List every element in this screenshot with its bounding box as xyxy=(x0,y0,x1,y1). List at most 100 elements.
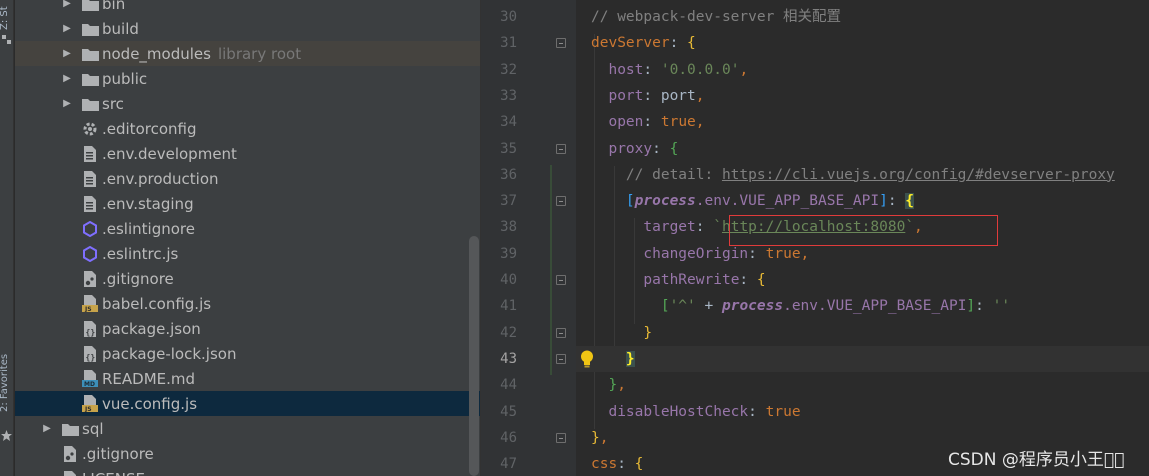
tree-file-item[interactable]: .env.production xyxy=(15,166,480,191)
tree-item-label: package-lock.json xyxy=(102,344,237,363)
tree-folder-item[interactable]: ▶ src xyxy=(15,91,480,116)
tree-file-item[interactable]: {} package.json xyxy=(15,316,480,341)
code-token: : xyxy=(739,272,757,288)
code-line[interactable]: [process.env.VUE_APP_BASE_API]: { xyxy=(591,188,1149,214)
fold-toggle-icon[interactable] xyxy=(556,432,566,443)
gutter-line: 35 xyxy=(481,136,576,162)
tree-item-label: .eslintrc.js xyxy=(102,244,179,263)
tree-folder-item[interactable]: ▶ public xyxy=(15,66,480,91)
expand-arrow-icon[interactable]: ▶ xyxy=(61,73,73,84)
gutter-line: 42 xyxy=(481,320,576,346)
tree-folder-item[interactable]: ▶ sql xyxy=(15,416,480,441)
code-line[interactable]: proxy: { xyxy=(591,136,1149,162)
code-line[interactable]: open: true, xyxy=(591,109,1149,135)
code-token: [ xyxy=(660,298,670,315)
highlight-box xyxy=(729,215,998,246)
project-tree: ▶ bin ▶ build ▶ node_modules library root ▶ publ… xyxy=(15,0,480,476)
svg-text:{}: {} xyxy=(86,353,96,362)
code-line[interactable]: devServer: { xyxy=(591,30,1149,56)
code-token: target xyxy=(643,219,696,236)
fold-toggle-icon[interactable] xyxy=(556,143,566,154)
tree-item-label: .gitignore xyxy=(82,444,154,463)
tree-file-item[interactable]: .gitignore xyxy=(15,266,480,291)
line-number: 31 xyxy=(500,35,517,52)
svg-text:MD: MD xyxy=(84,381,95,387)
tree-scrollbar[interactable] xyxy=(469,236,479,476)
code-line[interactable]: port: port, xyxy=(591,83,1149,109)
code-link[interactable]: https://cli.vuejs.org/config/#devserver-… xyxy=(722,167,1115,183)
tree-folder-item[interactable]: ▶ build xyxy=(15,16,480,41)
tree-item-label: package.json xyxy=(102,319,201,338)
code-token: } xyxy=(625,350,635,367)
tree-file-item[interactable]: .editorconfig xyxy=(15,116,480,141)
code-token: disableHostCheck xyxy=(608,403,749,420)
code-token: '^' xyxy=(669,298,696,315)
line-number: 38 xyxy=(500,219,517,236)
tree-file-item[interactable]: .env.development xyxy=(15,141,480,166)
fold-toggle-icon[interactable] xyxy=(556,353,566,364)
line-number: 32 xyxy=(500,61,517,78)
code-line[interactable]: host: '0.0.0.0', xyxy=(591,57,1149,83)
code-line[interactable]: pathRewrite: { xyxy=(591,267,1149,293)
tree-item-label: .env.staging xyxy=(102,194,194,213)
code-line[interactable]: // webpack-dev-server 相关配置 xyxy=(591,4,1149,30)
code-token: pathRewrite xyxy=(643,272,740,288)
library-root-hint: library root xyxy=(217,44,302,63)
tree-folder-item[interactable]: ▶ node_modules library root xyxy=(15,41,480,66)
code-token: { xyxy=(687,35,696,52)
expand-arrow-icon[interactable]: ▶ xyxy=(61,0,73,9)
code-line[interactable]: // detail: https://cli.vuejs.org/config/… xyxy=(591,162,1149,188)
tree-file-item[interactable]: JS babel.config.js xyxy=(15,291,480,316)
expand-arrow-icon[interactable]: ▶ xyxy=(41,423,53,434)
tree-folder-item[interactable]: ▶ bin xyxy=(15,0,480,16)
tree-file-item[interactable]: .env.staging xyxy=(15,191,480,216)
tree-file-item[interactable]: MD README.md xyxy=(15,366,480,391)
tree-file-item[interactable]: LICENSE xyxy=(15,466,480,476)
code-token: { xyxy=(669,140,679,157)
fold-toggle-icon[interactable] xyxy=(556,196,566,207)
structure-tab[interactable]: Z: St xyxy=(0,6,10,30)
code-token: : xyxy=(643,61,661,78)
tree-item-label: .editorconfig xyxy=(102,119,197,138)
folder-icon xyxy=(81,0,99,13)
code-token: // detail: xyxy=(625,166,722,183)
tree-item-label: babel.config.js xyxy=(102,294,212,313)
tree-item-label: vue.config.js xyxy=(102,394,198,413)
code-token: ] xyxy=(966,298,976,315)
lightbulb-icon[interactable] xyxy=(580,350,594,368)
fold-toggle-icon[interactable] xyxy=(556,38,566,49)
gutter-line: 47 xyxy=(481,451,576,476)
fold-toggle-icon[interactable] xyxy=(556,275,566,285)
gutter-line: 41 xyxy=(481,293,576,319)
code-token: host xyxy=(608,61,644,78)
code-token: } xyxy=(643,324,653,341)
tree-item-label: .env.production xyxy=(102,169,219,188)
text-file-icon xyxy=(61,470,79,476)
expand-arrow-icon[interactable]: ▶ xyxy=(61,98,73,109)
tree-file-item[interactable]: {} package-lock.json xyxy=(15,341,480,366)
tree-file-item[interactable]: .gitignore xyxy=(15,441,480,466)
code-line[interactable]: }, xyxy=(591,372,1149,398)
code-line[interactable]: } xyxy=(576,345,1149,373)
code-line[interactable]: disableHostCheck: true xyxy=(591,399,1149,425)
expand-arrow-icon[interactable]: ▶ xyxy=(61,48,73,59)
gutter-line: 36 xyxy=(481,162,576,188)
code-token: '0.0.0.0' xyxy=(660,61,740,78)
tree-file-item[interactable]: .eslintrc.js xyxy=(15,241,480,266)
expand-arrow-icon[interactable]: ▶ xyxy=(61,23,73,34)
favorites-tab[interactable]: 2: Favorites xyxy=(0,354,10,412)
gutter-line: 33 xyxy=(481,83,576,109)
gutter-line: 44 xyxy=(481,372,576,398)
code-line[interactable]: ['^' + process.env.VUE_APP_BASE_API]: '' xyxy=(591,293,1149,319)
fold-toggle-icon[interactable] xyxy=(556,327,566,338)
code-token: : xyxy=(975,298,993,315)
code-line[interactable]: } xyxy=(591,320,1149,346)
code-token: , xyxy=(739,61,749,78)
svg-text:{}: {} xyxy=(86,328,96,337)
tree-file-item[interactable]: JS vue.config.js xyxy=(15,391,480,416)
code-token: : xyxy=(669,35,688,52)
tree-file-item[interactable]: .eslintignore xyxy=(15,216,480,241)
